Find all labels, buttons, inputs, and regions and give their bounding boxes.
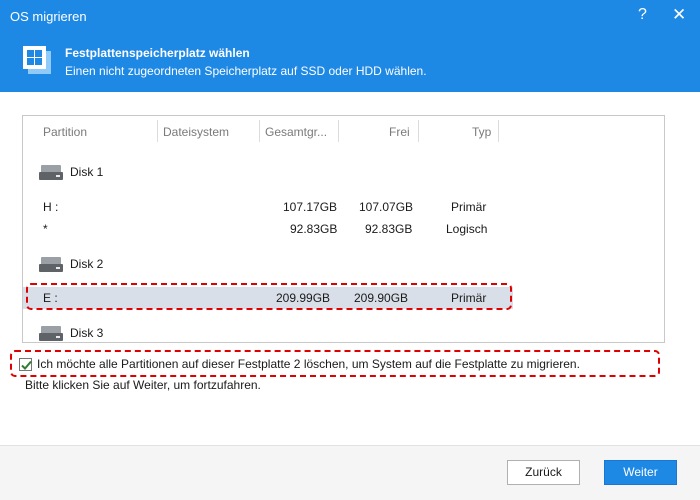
cell-free: 107.07GB <box>359 200 414 214</box>
header-subtitle: Einen nicht zugeordneten Speicherplatz a… <box>65 64 427 78</box>
delete-partitions-label[interactable]: Ich möchte alle Partitionen auf dieser F… <box>37 357 580 371</box>
windows-migrate-icon <box>23 46 51 74</box>
table-row[interactable]: * 92.83GB 92.83GB Logisch <box>23 218 513 240</box>
checkmark-icon <box>21 360 32 370</box>
column-header-row: Partition Dateisystem Gesamtgr... Frei T… <box>23 116 663 146</box>
cell-total: 107.17GB <box>283 200 338 214</box>
next-button[interactable]: Weiter <box>604 460 677 485</box>
header-title: Festplattenspeicherplatz wählen <box>65 46 250 60</box>
selected-row-highlight <box>26 283 512 310</box>
hint-text: Bitte klicken Sie auf Weiter, um fortzuf… <box>25 378 261 392</box>
help-icon[interactable]: ? <box>638 6 647 24</box>
hard-disk-icon <box>39 326 63 341</box>
cell-partition: * <box>43 222 48 236</box>
back-button[interactable]: Zurück <box>507 460 580 485</box>
cell-total: 92.83GB <box>290 222 338 236</box>
column-total-size[interactable]: Gesamtgr... <box>265 125 327 139</box>
disk-label: Disk 2 <box>70 257 104 271</box>
delete-partitions-checkbox[interactable] <box>19 358 32 371</box>
column-partition[interactable]: Partition <box>43 125 87 139</box>
column-filesystem[interactable]: Dateisystem <box>163 125 229 139</box>
cell-free: 92.83GB <box>365 222 413 236</box>
wizard-header: Festplattenspeicherplatz wählen Einen ni… <box>0 34 700 92</box>
footer-bar: Zurück Weiter <box>0 445 700 500</box>
cell-type: Primär <box>451 200 487 214</box>
hard-disk-icon <box>39 257 63 272</box>
column-free[interactable]: Frei <box>389 125 410 139</box>
window-title: OS migrieren <box>10 9 87 24</box>
disk-label: Disk 3 <box>70 326 104 340</box>
hard-disk-icon <box>39 165 63 180</box>
cell-type: Logisch <box>446 222 488 236</box>
close-icon[interactable]: ✕ <box>672 5 686 25</box>
cell-partition: H : <box>43 200 59 214</box>
disk-label: Disk 1 <box>70 165 104 179</box>
table-row[interactable]: H : 107.17GB 107.07GB Primär <box>23 196 513 218</box>
column-type[interactable]: Typ <box>472 125 491 139</box>
title-bar: OS migrieren ? ✕ <box>0 0 700 34</box>
